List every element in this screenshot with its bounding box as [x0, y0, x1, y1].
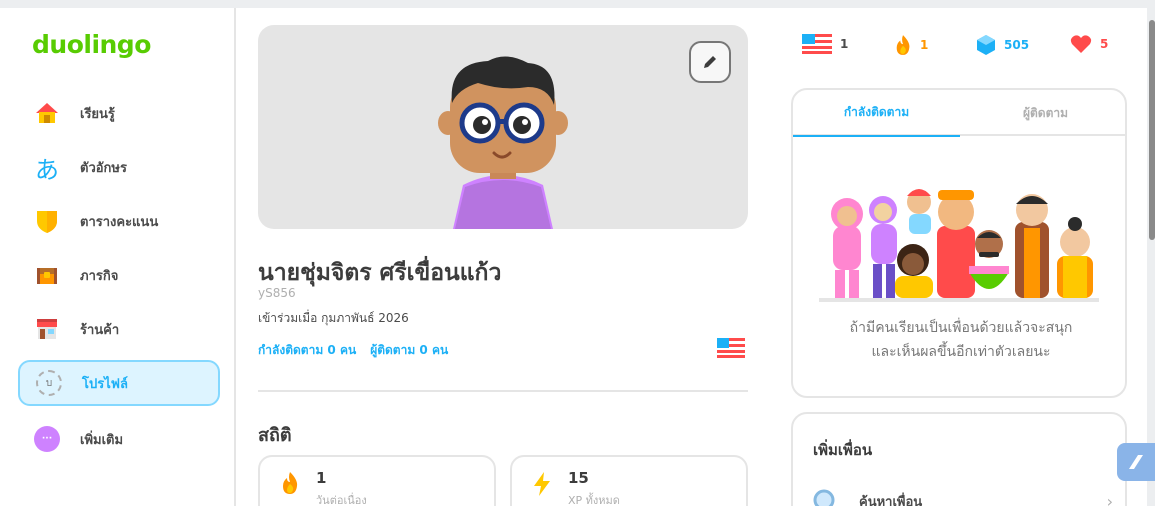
profile-icon: บ — [36, 370, 62, 396]
profile-main: นายชุ่มจิตร ศรีเขื่อนแก้ว yS856 เข้าร่วม… — [258, 8, 748, 506]
find-friends-button[interactable]: ค้นหาเพื่อน › — [813, 486, 1113, 506]
find-friends-label: ค้นหาเพื่อน — [859, 494, 923, 506]
us-flag-icon[interactable] — [717, 338, 745, 362]
heart-icon — [1070, 35, 1092, 53]
avatar-illustration — [438, 56, 568, 229]
followers-link[interactable]: ผู้ติดตาม 0 คน — [370, 341, 448, 360]
sidebar-item-label: ภารกิจ — [80, 268, 119, 284]
scrollbar-thumb[interactable] — [1149, 20, 1155, 240]
add-friends-title: เพิ่มเพื่อน — [813, 441, 873, 459]
search-icon — [813, 489, 835, 506]
hiragana-icon: あ — [35, 155, 59, 184]
sidebar-item-learn[interactable]: เรียนรู้ — [18, 90, 220, 136]
sidebar-item-label: เพิ่มเติม — [80, 432, 124, 448]
streak-indicator[interactable]: 1 — [894, 34, 928, 56]
app-window: duolingo เรียนรู้ あ ตัวอักษร ตารางคะแนน … — [0, 8, 1147, 506]
profile-username: yS856 — [258, 286, 296, 300]
sidebar-item-more[interactable]: ··· เพิ่มเติม — [18, 416, 220, 462]
following-link[interactable]: กำลังติดตาม 0 คน — [258, 341, 356, 360]
flame-icon — [896, 35, 910, 55]
follow-message: ถ้ามีคนเรียนเป็นเพื่อนด้วยแล้วจะสนุก และ… — [793, 316, 1125, 364]
follow-links: กำลังติดตาม 0 คน ผู้ติดตาม 0 คน — [258, 341, 448, 360]
joined-date: เข้าร่วมเมื่อ กุมภาพันธ์ 2026 — [258, 311, 409, 325]
sidebar-item-characters[interactable]: あ ตัวอักษร — [18, 144, 220, 190]
sidebar-item-label: ตัวอักษร — [80, 160, 127, 176]
follow-panel: กำลังติดตาม ผู้ติดตาม ถ้ามีคนเรียนเป็นเพ… — [791, 88, 1127, 398]
sidebar-item-shop[interactable]: ร้านค้า — [18, 306, 220, 352]
sidebar: duolingo เรียนรู้ あ ตัวอักษร ตารางคะแนน … — [0, 8, 236, 506]
hearts-indicator[interactable]: 5 — [1070, 34, 1108, 54]
stat-card-streak: 1 วันต่อเนื่อง — [258, 455, 496, 506]
shop-icon — [34, 316, 60, 342]
follow-message-line1: ถ้ามีคนเรียนเป็นเพื่อนด้วยแล้วจะสนุก — [849, 320, 1073, 336]
sidebar-item-label: ร้านค้า — [80, 322, 120, 338]
follow-message-line2: และเห็นผลขึ้นอีกเท่าตัวเลยนะ — [871, 344, 1051, 360]
add-friends-panel: เพิ่มเพื่อน ค้นหาเพื่อน › — [791, 412, 1127, 506]
shield-icon — [34, 208, 60, 234]
follow-tabs: กำลังติดตาม ผู้ติดตาม — [793, 90, 1125, 137]
gems-indicator[interactable]: 505 — [976, 34, 1029, 56]
course-selector[interactable]: 1 — [802, 34, 848, 54]
extension-icon — [1129, 455, 1143, 469]
tab-followers[interactable]: ผู้ติดตาม — [962, 90, 1125, 136]
stats-title: สถิติ — [258, 425, 292, 446]
streak-label: วันต่อเนื่อง — [316, 494, 367, 506]
xp-label: XP ทั้งหมด — [568, 494, 620, 506]
avatar — [258, 25, 748, 229]
course-count: 1 — [840, 37, 849, 51]
us-flag-icon — [802, 34, 832, 54]
flame-icon — [280, 471, 300, 499]
divider — [258, 390, 748, 392]
xp-value: 15 — [568, 469, 589, 487]
stat-card-xp: 15 XP ทั้งหมด — [510, 455, 748, 506]
sidebar-item-profile[interactable]: บ โปรไฟล์ — [18, 360, 220, 406]
sidebar-item-label: โปรไฟล์ — [82, 376, 128, 392]
edit-profile-button[interactable] — [689, 41, 731, 83]
tab-following[interactable]: กำลังติดตาม — [793, 90, 960, 137]
sidebar-item-quests[interactable]: ภารกิจ — [18, 252, 220, 298]
lightning-icon — [532, 471, 552, 501]
sidebar-item-label: ตารางคะแนน — [80, 214, 159, 230]
streak-count: 1 — [920, 38, 929, 52]
more-icon: ··· — [34, 426, 60, 452]
streak-value: 1 — [316, 469, 327, 487]
hearts-count: 5 — [1100, 37, 1109, 51]
gems-count: 505 — [1004, 38, 1030, 52]
sidebar-item-leaderboard[interactable]: ตารางคะแนน — [18, 198, 220, 244]
chevron-right-icon: › — [1106, 492, 1113, 506]
duolingo-logo[interactable]: duolingo — [32, 30, 151, 59]
floating-action-button[interactable] — [1117, 443, 1155, 481]
sidebar-item-label: เรียนรู้ — [80, 106, 115, 122]
treasure-chest-icon — [34, 262, 60, 288]
stats-topbar: 1 1 505 5 — [802, 34, 1122, 58]
pencil-icon — [704, 56, 716, 68]
friends-illustration — [819, 176, 1099, 310]
home-icon — [34, 100, 60, 126]
gem-icon — [977, 35, 995, 55]
